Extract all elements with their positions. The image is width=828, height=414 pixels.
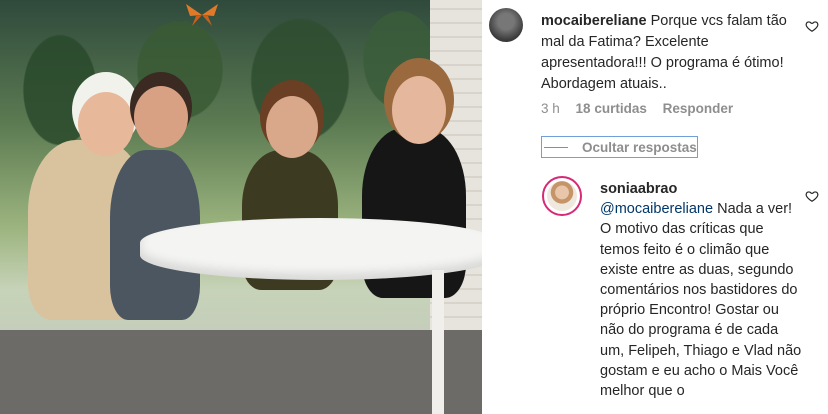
person-1-head [78, 92, 134, 156]
person-3-head [266, 96, 318, 158]
comment-1-meta: 3 h 18 curtidas Responder [541, 101, 745, 116]
comment-2-mention[interactable]: @mocaibereliane [600, 201, 713, 217]
hide-replies-button[interactable]: Ocultar respostas [541, 136, 698, 158]
comment-1-likes[interactable]: 18 curtidas [576, 101, 647, 116]
butterfly-decoration [186, 4, 218, 26]
heart-outline-icon[interactable] [805, 19, 819, 33]
hide-replies-line [544, 146, 568, 148]
hide-replies-label: Ocultar respostas [582, 139, 697, 155]
comment-2-body: Nada a ver! O motivo das críticas que te… [600, 201, 802, 400]
comment-1-time: 3 h [541, 101, 560, 116]
comments-panel: mocaibereliane Porque vcs falam tão mal … [482, 0, 828, 414]
photo-table-leg [432, 270, 444, 414]
reply-avatar[interactable] [542, 176, 582, 216]
heart-outline-icon[interactable] [805, 189, 819, 203]
person-4-head [392, 76, 446, 144]
comment-1-username[interactable]: mocaibereliane [541, 13, 647, 29]
photo-table [140, 218, 482, 280]
photo-floor [0, 330, 482, 414]
reply-button[interactable]: Responder [663, 101, 734, 116]
commenter-avatar[interactable] [489, 8, 523, 42]
avatar-photo [547, 181, 577, 211]
post-photo [0, 0, 482, 414]
person-2-head [134, 86, 188, 148]
comment-1-text: mocaibereliane Porque vcs falam tão mal … [541, 11, 799, 95]
comment-2-username[interactable]: soniaabrao [600, 181, 677, 197]
comment-2-text: soniaabrao @mocaibereliane Nada a ver! O… [600, 179, 806, 401]
